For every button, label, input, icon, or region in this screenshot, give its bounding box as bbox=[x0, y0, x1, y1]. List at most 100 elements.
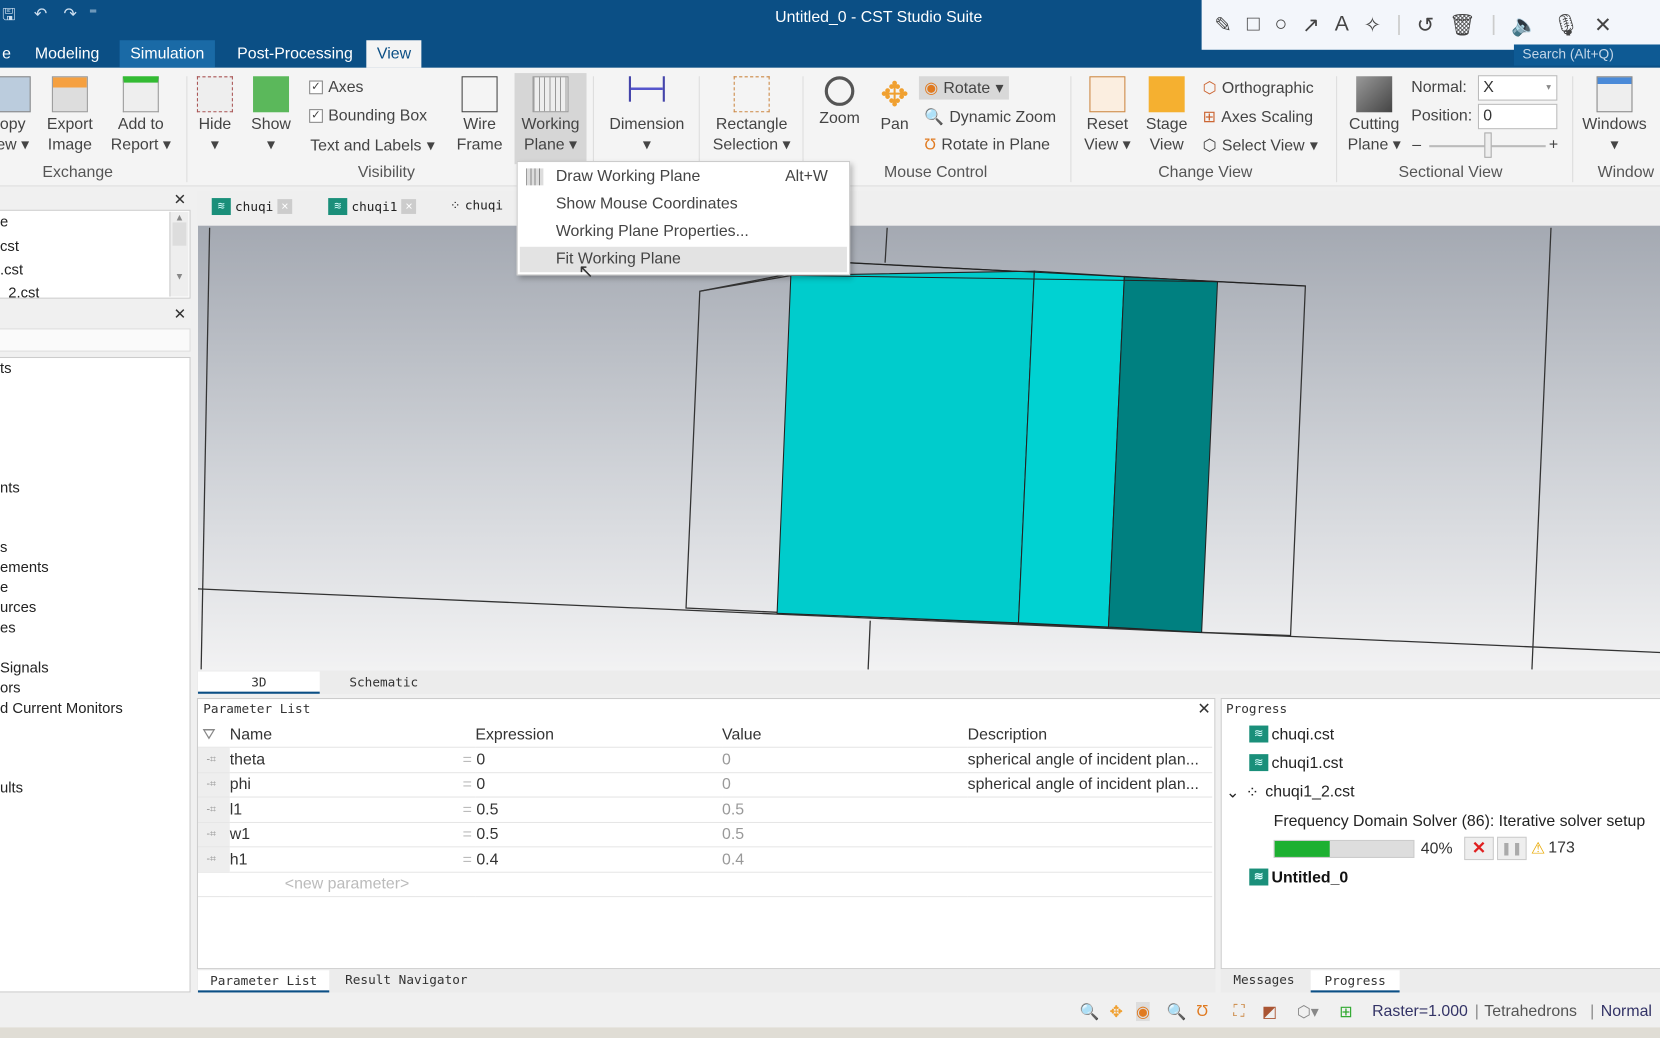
parameter-name[interactable]: h1 bbox=[229, 846, 476, 873]
doc-tab-chuqi1[interactable]: ≋ chuqi1 ✕ bbox=[328, 198, 417, 216]
column-header-description[interactable]: Description bbox=[967, 722, 1213, 748]
add-report-icon[interactable]: ⊞ bbox=[1339, 1002, 1352, 1021]
parameter-expression[interactable]: = 0.5 bbox=[463, 797, 723, 823]
reset-view-button[interactable]: Reset View ▾ bbox=[1080, 76, 1135, 154]
tree-item[interactable]: ults bbox=[0, 779, 23, 796]
tree-item[interactable]: d Current Monitors bbox=[0, 699, 123, 716]
parameter-name[interactable]: w1 bbox=[229, 821, 476, 848]
warnings-count[interactable]: ⚠ 173 bbox=[1531, 839, 1575, 858]
undo-icon[interactable]: ↺ bbox=[1417, 12, 1435, 38]
tab-parameter-list[interactable]: Parameter List bbox=[197, 970, 330, 993]
tab-view[interactable]: View bbox=[366, 40, 422, 68]
text-and-labels-dropdown[interactable]: Text and Labels ▾ bbox=[310, 136, 435, 155]
bounding-box-checkbox[interactable]: ✓ Bounding Box bbox=[309, 107, 427, 125]
progress-item[interactable]: ≋ chuqi.cst bbox=[1249, 725, 1334, 744]
reset-view-icon[interactable]: ⛶ bbox=[1233, 1002, 1244, 1020]
magic-wand-icon[interactable]: ✧ bbox=[1364, 12, 1382, 38]
position-slider-thumb[interactable] bbox=[1484, 132, 1492, 158]
wire-frame-button[interactable]: Wire Frame bbox=[453, 76, 506, 154]
tab-result-navigator[interactable]: Result Navigator bbox=[345, 972, 467, 987]
parameter-description[interactable]: spherical angle of incident plan... bbox=[967, 747, 1213, 773]
table-row[interactable]: -⌗ h1 = 0.4 0.4 bbox=[197, 846, 1213, 873]
orthographic-toggle[interactable]: ⬡ Orthographic bbox=[1203, 78, 1314, 98]
doc-tab-chuqi1-2[interactable]: ⁘ chuqi bbox=[450, 198, 503, 213]
parameter-name[interactable]: phi bbox=[229, 772, 476, 798]
close-icon[interactable]: ✕ bbox=[174, 191, 186, 209]
menu-item-working-plane-properties[interactable]: Working Plane Properties... bbox=[520, 219, 847, 244]
tree-item[interactable]: e bbox=[0, 578, 8, 595]
search-input[interactable]: Search (Alt+Q) bbox=[1513, 44, 1660, 66]
close-icon[interactable]: ✕ bbox=[1197, 699, 1210, 718]
tree-filter-input[interactable] bbox=[0, 328, 191, 352]
filter-icon[interactable]: ⛛ bbox=[197, 722, 230, 748]
progress-item[interactable]: ≋ chuqi1.cst bbox=[1249, 754, 1343, 772]
parameter-expression[interactable]: = 0.4 bbox=[463, 846, 723, 873]
table-row[interactable]: -⌗ l1 = 0.5 0.5 bbox=[197, 797, 1213, 823]
dynamic-zoom-icon[interactable]: 🔍 bbox=[1167, 1002, 1187, 1021]
table-row[interactable]: -⌗ w1 = 0.5 0.5 bbox=[197, 821, 1213, 848]
pan-button[interactable]: ✥ Pan bbox=[874, 76, 914, 134]
close-tab-icon[interactable]: ✕ bbox=[277, 199, 293, 214]
parameter-expression[interactable]: = 0 bbox=[463, 747, 723, 773]
progress-item-current[interactable]: ≋ Untitled_0 bbox=[1249, 868, 1348, 887]
show-button[interactable]: Show ▾ bbox=[249, 76, 293, 154]
hide-button[interactable]: Hide ▾ bbox=[194, 76, 236, 154]
cutting-plane-button[interactable]: Cutting Plane ▾ bbox=[1342, 76, 1406, 154]
normal-select[interactable]: X ▾ bbox=[1477, 75, 1558, 101]
menu-item-fit-working-plane[interactable]: Fit Working Plane bbox=[519, 246, 847, 273]
rotate-dropdown[interactable]: ◉ Rotate ▾ bbox=[918, 76, 1009, 100]
pencil-icon[interactable]: ✎ bbox=[1214, 12, 1232, 38]
tree-item[interactable]: urces bbox=[0, 598, 36, 615]
column-header-expression[interactable]: Expression bbox=[475, 722, 723, 748]
position-slider-minus[interactable]: – bbox=[1412, 136, 1421, 154]
list-item[interactable]: .cst bbox=[0, 261, 23, 278]
tab-simulation[interactable]: Simulation bbox=[119, 40, 215, 68]
menu-item-show-mouse-coordinates[interactable]: Show Mouse Coordinates bbox=[520, 192, 847, 217]
parameter-description[interactable] bbox=[967, 846, 1213, 873]
progress-item-expanded[interactable]: ⌄ ⁘ chuqi1_2.cst bbox=[1226, 783, 1355, 802]
doc-tab-chuqi[interactable]: ≋ chuqi ✕ bbox=[211, 198, 293, 216]
3d-viewport[interactable] bbox=[197, 225, 1660, 671]
export-image-button[interactable]: Export Image bbox=[42, 76, 97, 154]
tab-progress[interactable]: Progress bbox=[1310, 970, 1400, 993]
windows-button[interactable]: Windows ▾ bbox=[1577, 76, 1651, 154]
tree-item[interactable]: ors bbox=[0, 679, 21, 696]
microphone-icon[interactable]: 🎙 bbox=[1552, 12, 1579, 38]
tab-file[interactable]: e bbox=[0, 40, 22, 68]
select-view-cube-icon[interactable]: ⬡▾ bbox=[1297, 1002, 1319, 1021]
rectangle-selection-button[interactable]: Rectangle Selection ▾ bbox=[707, 76, 796, 154]
close-icon[interactable]: ✕ bbox=[174, 305, 186, 323]
tree-item[interactable]: Signals bbox=[0, 659, 49, 676]
pan-icon[interactable]: ✥ bbox=[1110, 1002, 1123, 1021]
chevron-down-icon[interactable]: ⌄ bbox=[1226, 783, 1239, 802]
axes-scaling-button[interactable]: ⊞ Axes Scaling bbox=[1203, 107, 1313, 127]
parameter-description[interactable] bbox=[967, 797, 1213, 823]
close-icon[interactable]: ✕ bbox=[1594, 12, 1612, 38]
menu-item-draw-working-plane[interactable]: Draw Working Plane Alt+W bbox=[520, 164, 847, 189]
tree-item[interactable]: s bbox=[0, 538, 7, 555]
rotate-in-plane-button[interactable]: Ʊ Rotate in Plane bbox=[924, 136, 1050, 154]
rectangle-icon[interactable]: □ bbox=[1247, 13, 1260, 37]
dynamic-zoom-button[interactable]: 🔍 Dynamic Zoom bbox=[924, 107, 1056, 127]
close-tab-icon[interactable]: ✕ bbox=[401, 199, 417, 214]
circle-icon[interactable]: ○ bbox=[1275, 13, 1288, 37]
tab-3d[interactable]: 3D bbox=[197, 671, 320, 694]
dimension-button[interactable]: Dimension ▾ bbox=[603, 76, 690, 154]
scrollbar[interactable]: ▲ ▼ bbox=[169, 211, 189, 297]
parameter-expression[interactable]: = 0 bbox=[463, 772, 723, 798]
zoom-icon[interactable]: 🔍 bbox=[1080, 1002, 1100, 1021]
working-plane-button[interactable]: Working Plane ▾ bbox=[514, 73, 587, 165]
column-header-value[interactable]: Value bbox=[722, 722, 968, 748]
parameter-description[interactable]: spherical angle of incident plan... bbox=[967, 772, 1213, 798]
trash-icon[interactable]: 🗑 bbox=[1449, 12, 1476, 38]
list-item[interactable]: _2.cst bbox=[0, 284, 40, 299]
add-to-report-button[interactable]: Add to Report ▾ bbox=[108, 76, 174, 154]
arrow-icon[interactable]: ↗ bbox=[1302, 12, 1320, 38]
tree-item[interactable]: ements bbox=[0, 558, 49, 575]
position-input[interactable]: 0 bbox=[1477, 103, 1558, 130]
new-parameter-row[interactable]: <new parameter> bbox=[229, 871, 1213, 898]
stage-view-button[interactable]: Stage View bbox=[1143, 76, 1190, 154]
abort-button[interactable]: ✕ bbox=[1464, 836, 1494, 861]
tab-messages[interactable]: Messages bbox=[1233, 972, 1294, 987]
parameter-name[interactable]: l1 bbox=[229, 797, 476, 823]
